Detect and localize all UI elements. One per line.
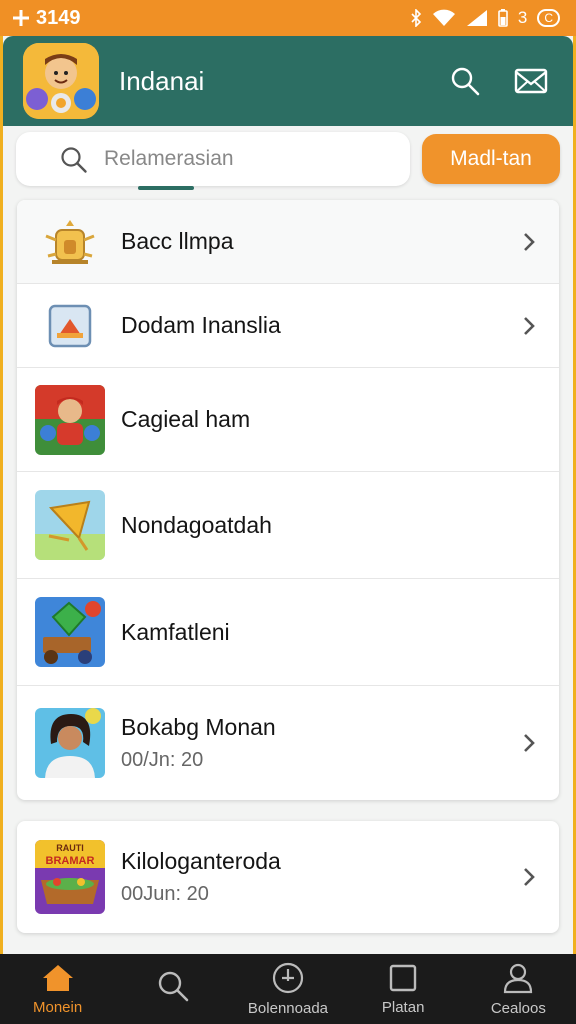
list-item[interactable]: Bokabg Monan 00/Jn: 20: [17, 686, 559, 800]
nav-label: Bolennoada: [247, 999, 328, 1017]
list-item-text: Nondagoatdah: [121, 512, 541, 539]
list-item-text: Bokabg Monan 00/Jn: 20: [121, 714, 517, 772]
signal-icon: [466, 9, 488, 27]
list-item-title: Dodam Inanslia: [121, 312, 281, 338]
search-input[interactable]: [104, 147, 384, 171]
list-item-title: Bacc llmpa: [121, 228, 234, 254]
appbar-search-button[interactable]: [443, 59, 487, 103]
list-item-title: Cagieal ham: [121, 406, 251, 432]
featured-title: Kilologanteroda: [121, 848, 281, 874]
list-item-text: Dodam Inanslia: [121, 312, 517, 339]
status-left: 3149: [12, 7, 81, 30]
list-item[interactable]: Dodam Inanslia: [17, 284, 559, 368]
appbar-mail-button[interactable]: [509, 59, 553, 103]
home-icon: [42, 964, 73, 991]
woman-avatar-icon: [35, 708, 105, 778]
list-item-text: Cagieal ham: [121, 406, 541, 433]
list-item[interactable]: Nondagoatdah: [17, 472, 559, 579]
list-item[interactable]: Bacc llmpa: [17, 200, 559, 284]
status-right: 3 C: [410, 8, 560, 28]
search-row: Madl-tan: [16, 130, 560, 188]
chevron-right-icon: [517, 314, 541, 338]
search-icon: [451, 67, 480, 96]
bluetooth-icon: [410, 9, 422, 27]
kite-icon: [35, 490, 105, 560]
shrine-icon: [35, 207, 105, 277]
nav-home[interactable]: Monein: [2, 954, 114, 1024]
person-icon: [504, 963, 533, 993]
nav-label: Platan: [381, 998, 425, 1016]
nav-label: Monein: [32, 998, 83, 1016]
status-time: 3149: [36, 6, 81, 29]
game-banner-icon: RAUTI BRAMAR: [35, 840, 105, 914]
list-item-text: Bacc llmpa: [121, 228, 517, 255]
list-item-subtitle: 00/Jn: 20: [121, 749, 204, 771]
nav-label: Cealoos: [490, 999, 546, 1017]
chevron-right-icon: [517, 230, 541, 254]
square-icon: [389, 964, 417, 991]
app-logo: [23, 43, 99, 119]
search-icon: [61, 147, 87, 173]
game-character-icon: [35, 384, 105, 455]
tab-indicator: [138, 186, 194, 190]
search-icon: [158, 971, 189, 1002]
featured-text: Kilologanteroda 00Jun: 20: [121, 848, 517, 906]
battery-pill: C: [537, 9, 560, 27]
app-title: Indanai: [119, 65, 205, 96]
list-item-title: Kamfatleni: [121, 618, 230, 645]
badge-line1: RAUTI: [56, 843, 84, 853]
badge-line2: BRAMAR: [46, 855, 95, 867]
wifi-icon: [432, 9, 456, 27]
bottom-nav: Monein Bolennoada Platan Cealoos: [0, 954, 576, 1024]
app-bar: Indanai: [3, 36, 573, 126]
nav-search[interactable]: [117, 954, 229, 1024]
list-card: Bacc llmpa Dodam Inanslia Cagieal ham No…: [17, 200, 559, 800]
battery-icon: [498, 9, 508, 27]
chevron-right-icon: [517, 865, 541, 889]
featured-item[interactable]: RAUTI BRAMAR Kilologanteroda 00Jun: 20: [17, 821, 559, 933]
chevron-right-icon: [517, 731, 541, 755]
list-item-title: Nondagoatdah: [121, 511, 272, 538]
featured-card: RAUTI BRAMAR Kilologanteroda 00Jun: 20: [17, 821, 559, 933]
mail-icon: [514, 68, 548, 94]
list-item-text: Kamfatleni: [121, 619, 541, 646]
download-icon: [272, 962, 304, 993]
gem-cart-icon: [35, 597, 105, 667]
search-box[interactable]: [16, 132, 410, 186]
featured-subtitle: 00Jun: 20: [121, 883, 209, 905]
action-button[interactable]: Madl-tan: [422, 134, 560, 184]
nav-platan[interactable]: Platan: [347, 954, 459, 1024]
list-item[interactable]: Cagieal ham: [17, 368, 559, 472]
picture-frame-icon: [35, 291, 105, 361]
list-item-title: Bokabg Monan: [121, 714, 276, 740]
status-bar: 3149 3 C: [0, 0, 576, 36]
nav-download[interactable]: Bolennoada: [232, 954, 344, 1024]
list-item[interactable]: Kamfatleni: [17, 579, 559, 686]
nav-profile[interactable]: Cealoos: [462, 954, 574, 1024]
battery-text: 3: [517, 8, 528, 27]
location-plus-icon: [12, 9, 30, 27]
